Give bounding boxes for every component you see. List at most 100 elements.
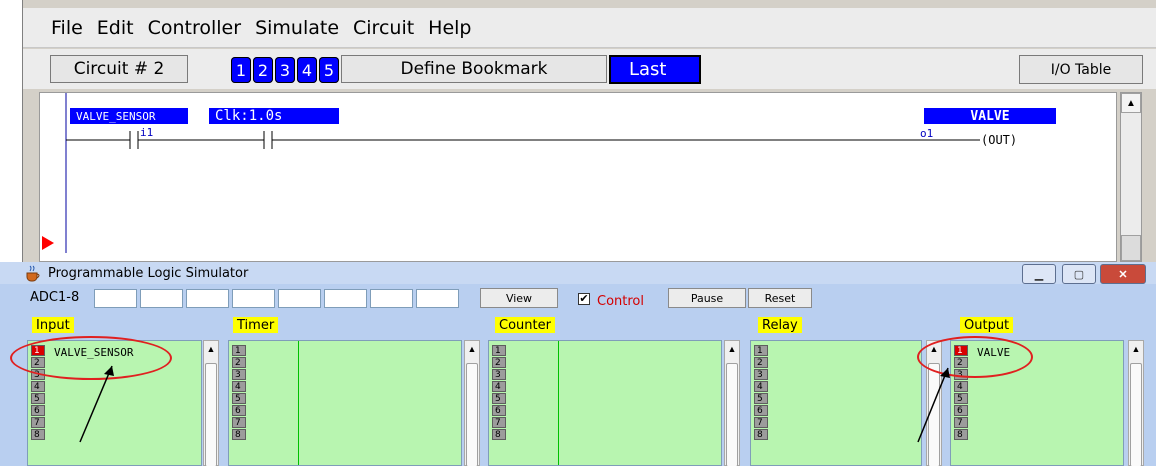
java-cup-icon: [26, 265, 40, 282]
counter-slot-4[interactable]: 4: [492, 381, 506, 392]
timer-header: Timer: [233, 317, 279, 333]
io-table-button[interactable]: I/O Table: [1019, 55, 1143, 84]
menu-file[interactable]: File: [51, 17, 83, 39]
minimize-icon[interactable]: ▁: [1022, 264, 1056, 284]
output-slot-5[interactable]: 5: [954, 393, 968, 404]
menu-edit[interactable]: Edit: [97, 17, 134, 39]
toolbar: Circuit # 2 1 2 3 4 5 Define Bookmark La…: [23, 49, 1156, 89]
scroll-up-icon[interactable]: ▲: [725, 341, 739, 357]
coil-label[interactable]: VALVE: [924, 108, 1056, 124]
timer-slot-6[interactable]: 6: [232, 405, 246, 416]
control-label: Control: [597, 294, 644, 309]
adc-input-4[interactable]: [232, 289, 275, 308]
relay-slot-8[interactable]: 8: [754, 429, 768, 440]
scroll-thumb[interactable]: [466, 363, 478, 466]
timer-slot-8[interactable]: 8: [232, 429, 246, 440]
scroll-up-icon[interactable]: ▲: [465, 341, 479, 357]
adc-input-5[interactable]: [278, 289, 321, 308]
output-slot-4[interactable]: 4: [954, 381, 968, 392]
simulator-window: Programmable Logic Simulator ▁ ▢ ✕ ADC1-…: [0, 262, 1156, 466]
relay-panel[interactable]: 1 2 3 4 5 6 7 8: [750, 340, 922, 466]
menu-help[interactable]: Help: [428, 17, 471, 39]
output-slot-7[interactable]: 7: [954, 417, 968, 428]
contact-1-label[interactable]: VALVE_SENSOR: [70, 108, 188, 124]
input-scrollbar[interactable]: ▲: [203, 340, 219, 466]
scroll-thumb[interactable]: [205, 363, 217, 466]
scroll-up-icon[interactable]: ▲: [1129, 341, 1143, 357]
adc-label: ADC1-8: [30, 290, 80, 305]
relay-slot-4[interactable]: 4: [754, 381, 768, 392]
timer-panel[interactable]: 1 2 3 4 5 6 7 8: [228, 340, 462, 466]
counter-slot-5[interactable]: 5: [492, 393, 506, 404]
input-slot-6[interactable]: 6: [31, 405, 45, 416]
relay-slot-3[interactable]: 3: [754, 369, 768, 380]
last-button[interactable]: Last: [609, 55, 701, 84]
relay-slot-7[interactable]: 7: [754, 417, 768, 428]
timer-slot-2[interactable]: 2: [232, 357, 246, 368]
timer-slot-7[interactable]: 7: [232, 417, 246, 428]
relay-slot-6[interactable]: 6: [754, 405, 768, 416]
view-button[interactable]: View: [480, 288, 558, 308]
relay-slot-5[interactable]: 5: [754, 393, 768, 404]
counter-slot-3[interactable]: 3: [492, 369, 506, 380]
scroll-up-icon[interactable]: ▲: [204, 341, 218, 357]
relay-slot-1[interactable]: 1: [754, 345, 768, 356]
contact-2-label[interactable]: Clk:1.0s: [209, 108, 339, 124]
close-icon[interactable]: ✕: [1100, 264, 1146, 284]
ladder-diagram[interactable]: VALVE_SENSOR i1 Clk:1.0s VALVE o1 (OUT): [39, 92, 1117, 262]
bookmark-1-button[interactable]: 1: [231, 57, 251, 83]
relay-header: Relay: [758, 317, 802, 333]
menu-controller[interactable]: Controller: [148, 17, 241, 39]
input-slot-5[interactable]: 5: [31, 393, 45, 404]
input-slot-7[interactable]: 7: [31, 417, 45, 428]
counter-column-divider: [558, 341, 559, 465]
contact-1-address: i1: [140, 126, 154, 139]
scroll-thumb[interactable]: [928, 363, 940, 466]
input-header: Input: [32, 317, 74, 333]
adc-input-1[interactable]: [94, 289, 137, 308]
timer-column-divider: [298, 341, 299, 465]
circuit-number-button[interactable]: Circuit # 2: [50, 55, 188, 83]
counter-slot-2[interactable]: 2: [492, 357, 506, 368]
counter-header: Counter: [495, 317, 555, 333]
output-slot-8[interactable]: 8: [954, 429, 968, 440]
bookmark-5-button[interactable]: 5: [319, 57, 339, 83]
scroll-thumb[interactable]: [726, 363, 738, 466]
output-slot-6[interactable]: 6: [954, 405, 968, 416]
adc-input-3[interactable]: [186, 289, 229, 308]
bookmark-3-button[interactable]: 3: [275, 57, 295, 83]
counter-panel[interactable]: 1 2 3 4 5 6 7 8: [488, 340, 722, 466]
input-slot-8[interactable]: 8: [31, 429, 45, 440]
timer-slot-3[interactable]: 3: [232, 369, 246, 380]
counter-slot-6[interactable]: 6: [492, 405, 506, 416]
counter-slot-8[interactable]: 8: [492, 429, 506, 440]
counter-scrollbar[interactable]: ▲: [724, 340, 740, 466]
control-checkbox[interactable]: ✔: [578, 293, 590, 305]
pause-button[interactable]: Pause: [668, 288, 746, 308]
define-bookmark-button[interactable]: Define Bookmark: [341, 55, 607, 83]
adc-input-2[interactable]: [140, 289, 183, 308]
menu-simulate[interactable]: Simulate: [255, 17, 339, 39]
output-scrollbar[interactable]: ▲: [1128, 340, 1144, 466]
timer-scrollbar[interactable]: ▲: [464, 340, 480, 466]
bookmark-4-button[interactable]: 4: [297, 57, 317, 83]
maximize-icon[interactable]: ▢: [1062, 264, 1096, 284]
scroll-up-icon[interactable]: ▲: [1121, 93, 1141, 113]
menu-circuit[interactable]: Circuit: [353, 17, 414, 39]
counter-slot-1[interactable]: 1: [492, 345, 506, 356]
counter-slot-7[interactable]: 7: [492, 417, 506, 428]
ladder-vertical-scrollbar[interactable]: ▲: [1120, 92, 1142, 262]
relay-slot-2[interactable]: 2: [754, 357, 768, 368]
adc-input-8[interactable]: [416, 289, 459, 308]
scroll-thumb[interactable]: [1130, 363, 1142, 466]
timer-slot-1[interactable]: 1: [232, 345, 246, 356]
screen: File Edit Controller Simulate Circuit He…: [0, 0, 1156, 466]
reset-button[interactable]: Reset: [748, 288, 812, 308]
timer-slot-5[interactable]: 5: [232, 393, 246, 404]
bookmark-2-button[interactable]: 2: [253, 57, 273, 83]
adc-input-6[interactable]: [324, 289, 367, 308]
adc-input-7[interactable]: [370, 289, 413, 308]
scroll-thumb[interactable]: [1121, 235, 1141, 261]
input-slot-4[interactable]: 4: [31, 381, 45, 392]
timer-slot-4[interactable]: 4: [232, 381, 246, 392]
